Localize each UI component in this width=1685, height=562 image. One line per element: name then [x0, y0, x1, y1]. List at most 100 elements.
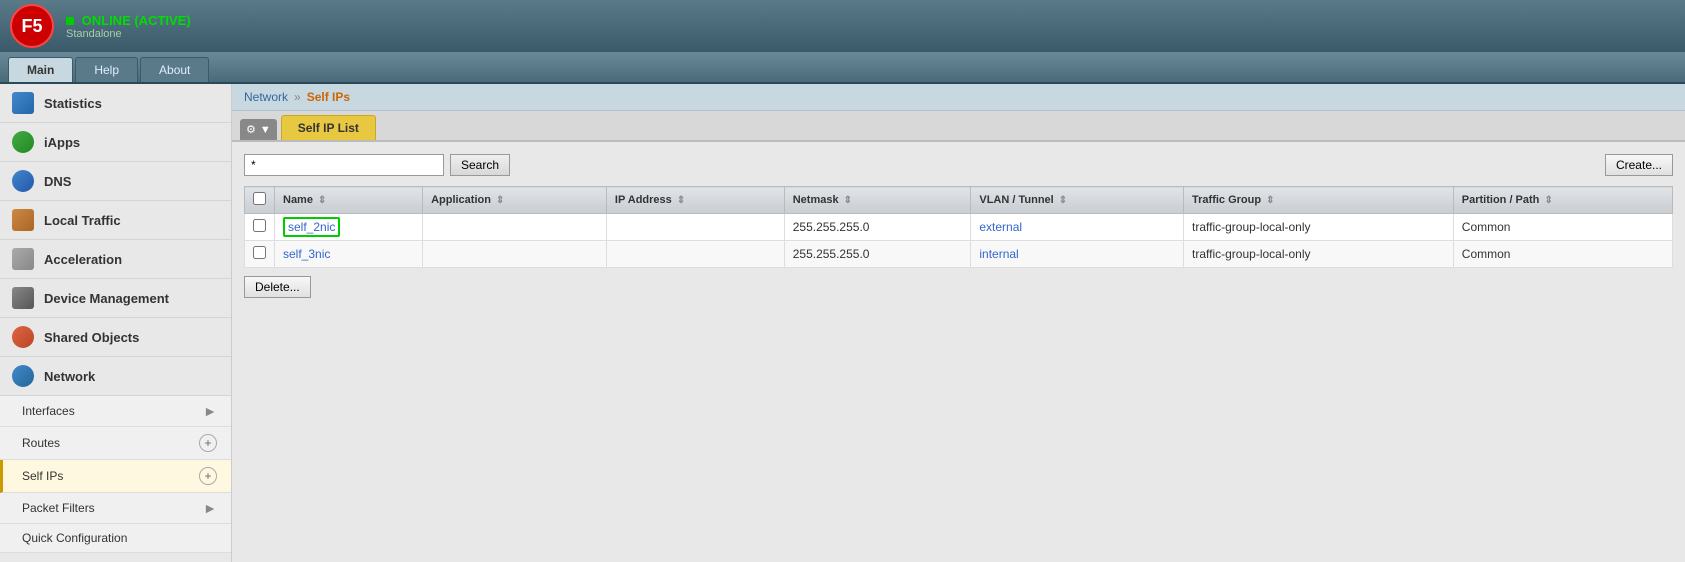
sort-icon-partition: ⇕	[1544, 195, 1552, 206]
row-checkbox-0[interactable]	[253, 219, 266, 232]
th-ip-label: IP Address	[615, 194, 672, 206]
status-block: ONLINE (ACTIVE) Standalone	[66, 13, 191, 40]
row-ip-cell	[606, 241, 784, 268]
search-button[interactable]: Search	[450, 154, 510, 176]
submenu-self-ips[interactable]: Self IPs +	[0, 460, 231, 493]
main-layout: Statistics iApps DNS Local Traffic Accel…	[0, 84, 1685, 562]
row-partition-cell: Common	[1453, 214, 1672, 241]
th-netmask-label: Netmask	[793, 194, 839, 206]
sidebar-item-shared-objects[interactable]: Shared Objects	[0, 318, 231, 357]
dns-icon	[12, 170, 34, 192]
plus-icon-self-ips: +	[199, 467, 217, 485]
sidebar-label-local-traffic: Local Traffic	[44, 213, 219, 228]
submenu-label-routes: Routes	[22, 436, 199, 450]
sidebar: Statistics iApps DNS Local Traffic Accel…	[0, 84, 232, 562]
search-input[interactable]	[244, 154, 444, 176]
row-ip-cell	[606, 214, 784, 241]
shared-objects-icon	[12, 326, 34, 348]
row-application-cell	[423, 241, 607, 268]
row-netmask-cell: 255.255.255.0	[784, 214, 971, 241]
sidebar-label-device-management: Device Management	[44, 291, 219, 306]
network-icon	[12, 365, 34, 387]
gear-tab[interactable]: ⚙ ▼	[240, 119, 277, 140]
th-netmask: Netmask ⇕	[784, 187, 971, 214]
submenu-packet-filters[interactable]: Packet Filters ►	[0, 493, 231, 524]
tab-about[interactable]: About	[140, 57, 209, 82]
gear-tab-arrow: ▼	[260, 124, 271, 136]
sort-icon-name: ⇕	[318, 195, 326, 206]
device-management-icon	[12, 287, 34, 309]
row-name-link-1[interactable]: self_3nic	[283, 247, 330, 261]
sidebar-label-shared-objects: Shared Objects	[44, 330, 219, 345]
search-row: Search Create...	[244, 154, 1673, 176]
table-area: Search Create... Name ⇕ Ap	[232, 142, 1685, 310]
row-vlan-link-1[interactable]: internal	[979, 247, 1018, 261]
table-header-row: Name ⇕ Application ⇕ IP Address ⇕ Netm	[245, 187, 1673, 214]
sidebar-item-dns[interactable]: DNS	[0, 162, 231, 201]
row-vlan-link-0[interactable]: external	[979, 220, 1022, 234]
th-partition-label: Partition / Path	[1462, 194, 1540, 206]
sort-icon-ip: ⇕	[677, 195, 685, 206]
status-mode: Standalone	[66, 28, 191, 40]
row-traffic-group-cell: traffic-group-local-only	[1184, 214, 1454, 241]
sidebar-item-device-management[interactable]: Device Management	[0, 279, 231, 318]
statistics-icon	[12, 92, 34, 114]
breadcrumb-separator: »	[294, 90, 301, 104]
row-checkbox-cell	[245, 214, 275, 241]
breadcrumb-current: Self IPs	[307, 90, 350, 104]
row-checkbox-1[interactable]	[253, 246, 266, 259]
sidebar-item-acceleration[interactable]: Acceleration	[0, 240, 231, 279]
th-vlan-label: VLAN / Tunnel	[979, 194, 1053, 206]
submenu-label-quick-config: Quick Configuration	[22, 531, 217, 545]
f5-logo: F5	[10, 4, 54, 48]
row-checkbox-cell	[245, 241, 275, 268]
th-traffic-group-label: Traffic Group	[1192, 194, 1261, 206]
sidebar-label-statistics: Statistics	[44, 96, 219, 111]
search-left: Search	[244, 154, 510, 176]
iapps-icon	[12, 131, 34, 153]
th-name-label: Name	[283, 194, 313, 206]
sidebar-label-dns: DNS	[44, 174, 219, 189]
th-traffic-group: Traffic Group ⇕	[1184, 187, 1454, 214]
th-ip-address: IP Address ⇕	[606, 187, 784, 214]
delete-button[interactable]: Delete...	[244, 276, 311, 298]
status-indicator	[66, 17, 74, 25]
sidebar-item-iapps[interactable]: iApps	[0, 123, 231, 162]
chevron-right-icon: ►	[203, 403, 217, 419]
submenu-label-packet-filters: Packet Filters	[22, 501, 203, 515]
submenu-label-interfaces: Interfaces	[22, 404, 203, 418]
row-traffic-group-cell: traffic-group-local-only	[1184, 241, 1454, 268]
table-row: self_3nic 255.255.255.0 internal traffic-gr…	[245, 241, 1673, 268]
sidebar-item-network[interactable]: Network	[0, 357, 231, 396]
th-partition-path: Partition / Path ⇕	[1453, 187, 1672, 214]
plus-icon-routes: +	[199, 434, 217, 452]
row-application-cell	[423, 214, 607, 241]
sidebar-item-statistics[interactable]: Statistics	[0, 84, 231, 123]
breadcrumb-network: Network	[244, 90, 288, 104]
top-bar: F5 ONLINE (ACTIVE) Standalone	[0, 0, 1685, 52]
self-ip-list-tab[interactable]: Self IP List	[281, 115, 376, 140]
row-vlan-cell: internal	[971, 241, 1184, 268]
row-partition-cell: Common	[1453, 241, 1672, 268]
create-button[interactable]: Create...	[1605, 154, 1673, 176]
gear-icon: ⚙	[246, 123, 256, 136]
status-online: ONLINE (ACTIVE)	[66, 13, 191, 28]
select-all-checkbox[interactable]	[253, 192, 266, 205]
row-name-link-0[interactable]: self_2nic	[283, 217, 340, 237]
sort-icon-netmask: ⇕	[844, 195, 852, 206]
submenu-interfaces[interactable]: Interfaces ►	[0, 396, 231, 427]
submenu-quick-configuration[interactable]: Quick Configuration	[0, 524, 231, 553]
sort-icon-traffic: ⇕	[1266, 195, 1274, 206]
submenu-label-self-ips: Self IPs	[22, 469, 199, 483]
content-area: Network » Self IPs ⚙ ▼ Self IP List Sear…	[232, 84, 1685, 562]
submenu-routes[interactable]: Routes +	[0, 427, 231, 460]
tab-help[interactable]: Help	[75, 57, 138, 82]
th-vlan-tunnel: VLAN / Tunnel ⇕	[971, 187, 1184, 214]
sort-icon-vlan: ⇕	[1059, 195, 1067, 206]
sidebar-item-local-traffic[interactable]: Local Traffic	[0, 201, 231, 240]
row-vlan-cell: external	[971, 214, 1184, 241]
table-row: self_2nic 255.255.255.0 external traffic-gr…	[245, 214, 1673, 241]
tab-main[interactable]: Main	[8, 57, 73, 82]
th-checkbox	[245, 187, 275, 214]
row-netmask-cell: 255.255.255.0	[784, 241, 971, 268]
